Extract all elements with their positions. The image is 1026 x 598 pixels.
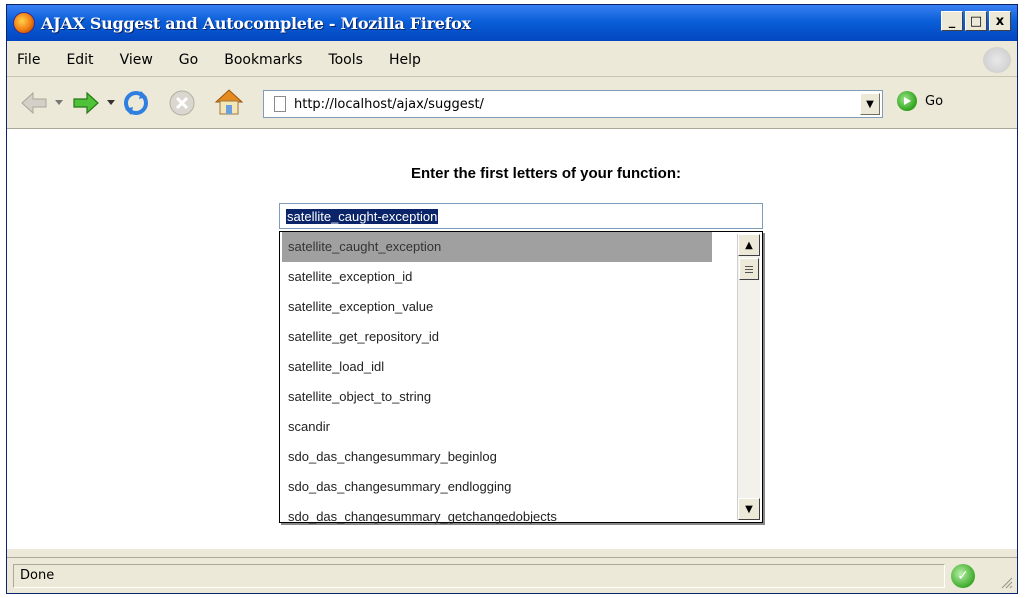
suggestion-item[interactable]: satellite_object_to_string [282, 382, 712, 412]
menu-help[interactable]: Help [389, 52, 421, 68]
scroll-thumb[interactable] [739, 258, 759, 280]
function-search-input[interactable]: satellite_caught-exception [279, 203, 763, 229]
maximize-button[interactable]: □ [965, 11, 987, 31]
page-icon [274, 96, 286, 112]
suggestion-item[interactable]: scandir [282, 412, 712, 442]
forward-dropdown-icon[interactable] [107, 98, 115, 106]
suggestion-items: satellite_caught_exception satellite_exc… [282, 232, 712, 532]
title-bar[interactable]: AJAX Suggest and Autocomplete - Mozilla … [7, 5, 1017, 41]
menu-tools[interactable]: Tools [328, 52, 363, 68]
suggestion-list[interactable]: satellite_caught_exception satellite_exc… [279, 231, 763, 524]
status-text: Done [13, 564, 945, 588]
resize-grip-icon[interactable] [999, 575, 1013, 589]
suggestion-item[interactable]: satellite_load_idl [282, 352, 712, 382]
go-arrow-icon [897, 91, 917, 111]
minimize-button[interactable]: _ [941, 11, 963, 31]
scroll-down-button[interactable]: ▼ [738, 498, 760, 520]
throbber-icon [983, 47, 1011, 73]
suggestion-item[interactable]: satellite_get_repository_id [282, 322, 712, 352]
firefox-icon [13, 12, 35, 34]
status-bar: Done ✓ [7, 557, 1017, 593]
scroll-up-button[interactable]: ▲ [738, 234, 760, 256]
back-arrow-icon[interactable] [19, 88, 49, 118]
navigation-toolbar: http://localhost/ajax/suggest/ ▼ Go [7, 79, 1017, 129]
menu-bar: File Edit View Go Bookmarks Tools Help [7, 43, 1017, 77]
suggestion-item[interactable]: satellite_caught_exception [282, 232, 712, 262]
browser-window: AJAX Suggest and Autocomplete - Mozilla … [6, 4, 1018, 594]
reload-icon[interactable] [121, 88, 151, 118]
window-controls: _ □ x [941, 11, 1011, 31]
back-dropdown-icon[interactable] [55, 98, 63, 106]
menu-view[interactable]: View [120, 52, 153, 68]
stop-icon[interactable] [167, 88, 197, 118]
suggestion-item[interactable]: satellite_exception_id [282, 262, 712, 292]
suggestion-item[interactable]: sdo_das_changesummary_beginlog [282, 442, 712, 472]
go-label: Go [925, 93, 944, 109]
menu-go[interactable]: Go [179, 52, 198, 68]
url-history-dropdown[interactable]: ▼ [860, 93, 880, 115]
suggestion-scrollbar[interactable]: ▲ ▼ [737, 234, 760, 520]
home-icon[interactable] [213, 86, 245, 118]
page-heading: Enter the first letters of your function… [410, 165, 681, 182]
window-title: AJAX Suggest and Autocomplete - Mozilla … [41, 13, 471, 33]
url-bar[interactable]: http://localhost/ajax/suggest/ ▼ [263, 90, 883, 118]
suggestion-item[interactable]: sdo_das_changesummary_getchangedobjects [282, 502, 712, 532]
suggestion-item[interactable]: satellite_exception_value [282, 292, 712, 322]
url-text[interactable]: http://localhost/ajax/suggest/ [294, 97, 484, 112]
function-input-value[interactable]: satellite_caught-exception [286, 208, 439, 224]
status-check-icon[interactable]: ✓ [951, 564, 975, 588]
menu-file[interactable]: File [17, 52, 40, 68]
page-content: Enter the first letters of your function… [7, 129, 1017, 549]
menu-bookmarks[interactable]: Bookmarks [224, 52, 302, 68]
menu-edit[interactable]: Edit [66, 52, 93, 68]
suggestion-item[interactable]: sdo_das_changesummary_endlogging [282, 472, 712, 502]
forward-arrow-icon[interactable] [71, 88, 101, 118]
close-button[interactable]: x [989, 11, 1011, 31]
go-button[interactable]: Go [897, 91, 943, 111]
